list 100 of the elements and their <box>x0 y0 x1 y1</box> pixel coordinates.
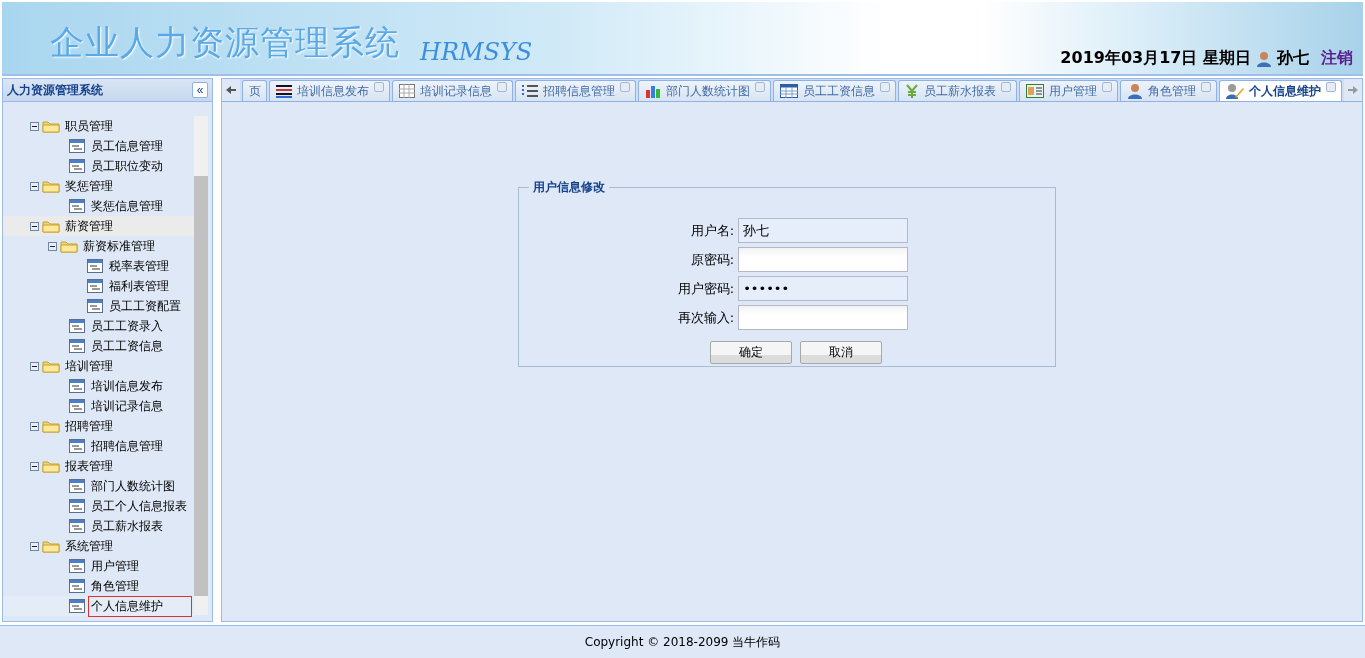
tab-icon <box>276 84 292 98</box>
minus-icon[interactable] <box>48 241 57 251</box>
tree-item[interactable]: 报表管理 <box>62 455 116 477</box>
close-icon[interactable] <box>880 82 890 92</box>
document-icon <box>69 199 85 213</box>
document-icon <box>69 399 85 413</box>
tree-item[interactable]: 培训记录信息 <box>88 395 166 417</box>
app-title: 企业人力资源管理系统 <box>50 21 400 64</box>
tree-item[interactable]: 职员管理 <box>62 115 116 137</box>
document-icon <box>69 579 85 593</box>
tab[interactable]: 培训记录信息 <box>392 80 513 101</box>
sidebar-title: 人力资源管理系统 <box>7 81 103 99</box>
scroll-right-button[interactable] <box>1344 79 1362 101</box>
tree-item[interactable]: 税率表管理 <box>106 255 172 277</box>
close-icon[interactable] <box>497 82 507 92</box>
tree-item[interactable]: 奖惩管理 <box>62 175 116 197</box>
tab[interactable]: 员工工资信息 <box>773 80 896 101</box>
tab[interactable]: 角色管理 <box>1120 80 1217 101</box>
tree-item[interactable]: 培训信息发布 <box>88 375 166 397</box>
tree-item[interactable]: 用户管理 <box>88 555 142 577</box>
close-icon[interactable] <box>1201 82 1211 92</box>
minus-icon[interactable] <box>30 221 39 231</box>
tree-item[interactable]: 培训管理 <box>62 355 116 377</box>
folder-icon <box>42 119 60 133</box>
document-icon <box>69 559 85 573</box>
logout-link[interactable]: 注销 <box>1321 48 1353 69</box>
tree-item[interactable]: 员工信息管理 <box>88 135 166 157</box>
tab[interactable]: 页 <box>242 80 267 101</box>
minus-icon[interactable] <box>30 361 39 371</box>
tab[interactable]: 部门人数统计图 <box>638 80 771 101</box>
scroll-left-button[interactable] <box>222 79 240 101</box>
tree-item[interactable]: 员工薪水报表 <box>88 515 166 537</box>
form-button[interactable]: 取消 <box>800 341 882 364</box>
field-label: 用户名: <box>689 221 735 240</box>
minus-icon[interactable] <box>30 421 39 431</box>
scrollbar[interactable] <box>194 116 208 615</box>
close-icon[interactable] <box>1001 82 1011 92</box>
left-arrow-icon <box>226 85 236 95</box>
form-button[interactable]: 确定 <box>710 341 792 364</box>
user-name: 孙七 <box>1277 48 1309 69</box>
tab-icon <box>1127 83 1143 99</box>
tree-item[interactable]: 员工工资录入 <box>88 315 166 337</box>
document-icon <box>69 479 85 493</box>
input-field[interactable] <box>738 247 909 272</box>
folder-icon <box>42 459 60 473</box>
tab-icon <box>522 84 538 98</box>
folder-icon <box>42 359 60 373</box>
tree-item[interactable]: 角色管理 <box>88 575 142 597</box>
tab[interactable]: 招聘信息管理 <box>515 80 636 101</box>
logo-text: HRMSYS <box>420 38 533 66</box>
tree-item[interactable]: 福利表管理 <box>106 275 172 297</box>
document-icon <box>87 299 103 313</box>
input-field[interactable]: 孙七 <box>738 218 909 243</box>
tree-item[interactable]: 招聘信息管理 <box>88 435 166 457</box>
tree-item[interactable]: 部门人数统计图 <box>88 475 178 497</box>
close-icon[interactable] <box>1102 82 1112 92</box>
field-label: 再次输入: <box>677 308 735 327</box>
folder-icon <box>42 419 60 433</box>
folder-icon <box>42 179 60 193</box>
tree-item[interactable]: 个人信息维护 <box>88 595 192 617</box>
user-icon <box>1257 50 1271 67</box>
document-icon <box>69 139 85 153</box>
tab-icon <box>1026 84 1044 98</box>
field-label: 用户密码: <box>677 279 735 298</box>
current-date: 2019年03月17日 星期日 <box>1060 48 1251 69</box>
close-icon[interactable] <box>374 82 384 92</box>
field-label: 原密码: <box>689 250 735 269</box>
input-field[interactable] <box>738 305 909 330</box>
document-icon <box>87 259 103 273</box>
collapse-button[interactable]: « <box>192 82 208 98</box>
tab[interactable]: 个人信息维护 <box>1219 80 1342 101</box>
document-icon <box>69 159 85 173</box>
input-field[interactable]: •••••• <box>738 276 909 301</box>
close-icon[interactable] <box>620 82 630 92</box>
document-icon <box>69 339 85 353</box>
minus-icon[interactable] <box>30 541 39 551</box>
tree-item[interactable]: 员工职位变动 <box>88 155 166 177</box>
document-icon <box>69 319 85 333</box>
close-icon[interactable] <box>1326 82 1336 92</box>
folder-icon <box>60 239 78 253</box>
tree-item[interactable]: 奖惩信息管理 <box>88 195 166 217</box>
close-icon[interactable] <box>755 82 765 92</box>
tab[interactable]: 培训信息发布 <box>269 80 390 101</box>
tree-item[interactable]: 员工工资信息 <box>88 335 166 357</box>
minus-icon[interactable] <box>30 121 39 131</box>
tab-icon <box>1226 83 1244 99</box>
document-icon <box>87 279 103 293</box>
tree-item[interactable]: 系统管理 <box>62 535 116 557</box>
tree-item[interactable]: 员工工资配置 <box>106 295 184 317</box>
tab-icon <box>645 84 661 98</box>
tab[interactable]: 员工薪水报表 <box>898 80 1017 101</box>
form-legend: 用户信息修改 <box>529 179 609 196</box>
minus-icon[interactable] <box>30 461 39 471</box>
tree-item[interactable]: 薪资标准管理 <box>80 235 158 257</box>
minus-icon[interactable] <box>30 181 39 191</box>
document-icon <box>69 599 85 613</box>
tree-item[interactable]: 招聘管理 <box>62 415 116 437</box>
tree-item[interactable]: 员工个人信息报表 <box>88 495 190 517</box>
document-icon <box>69 379 85 393</box>
tab[interactable]: 用户管理 <box>1019 80 1118 101</box>
